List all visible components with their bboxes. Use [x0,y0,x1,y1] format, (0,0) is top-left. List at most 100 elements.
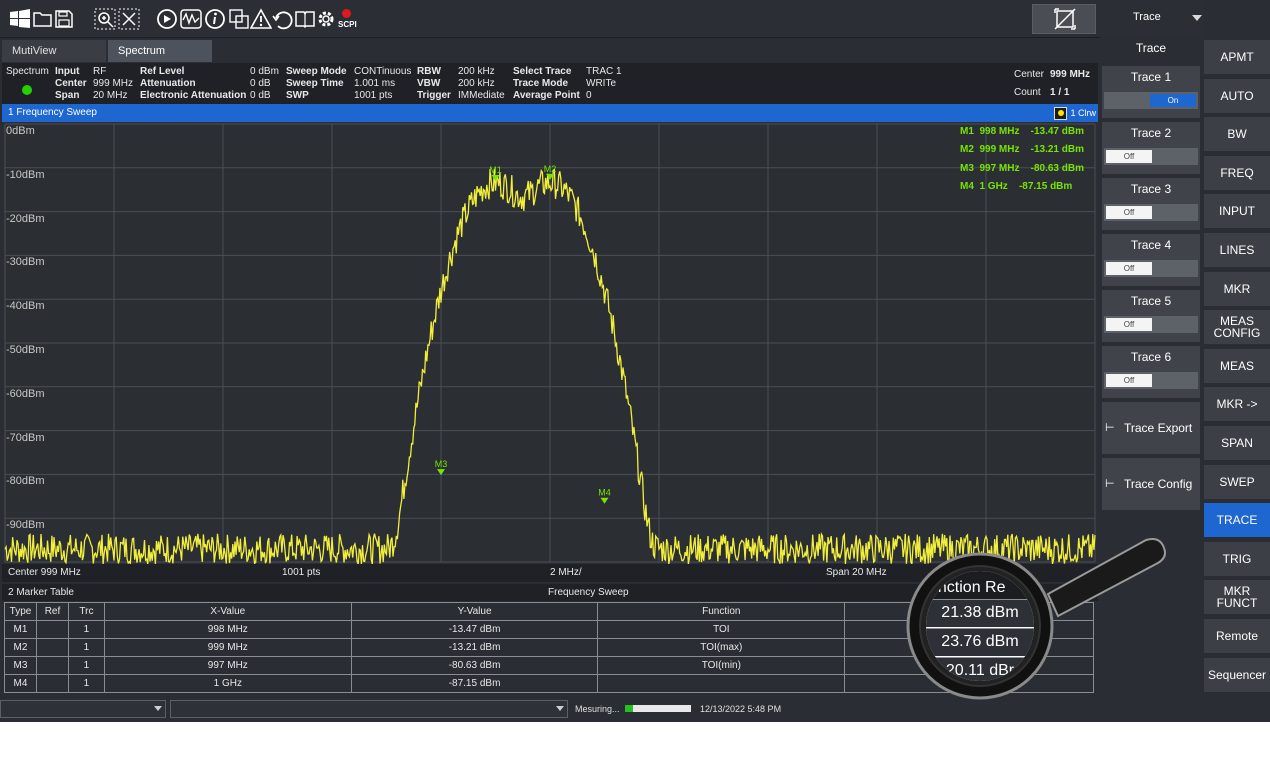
electronic-attenuation-label: Electronic Attenuation [140,90,247,101]
sweep-mode-label: Sweep Mode [286,66,347,77]
softkey-bw[interactable]: BW [1204,117,1270,152]
softkey-label: Remote [1215,629,1259,643]
softkey-apmt[interactable]: APMT [1204,40,1270,74]
trace-4-box: Trace 4 Off [1102,234,1200,286]
softkey-mkr-funct[interactable]: MKR FUNCT [1204,580,1270,615]
copy-icon[interactable] [228,7,250,31]
y-tick-label: -80dBm [6,475,45,488]
marker-table-subtitle: Frequency Sweep [548,587,629,598]
windows-icon[interactable] [8,7,32,31]
toolbar: SCPI [0,0,1100,38]
scpi-label: SCPI [338,20,357,29]
tab-spectrum[interactable]: Spectrum [108,40,212,62]
window-title: 1 Frequency Sweep [8,107,97,118]
softkey-input[interactable]: INPUT [1204,194,1270,229]
col-trc[interactable]: Trc [67,602,105,621]
trace-config-button[interactable]: ⊢ Trace Config [1102,458,1200,510]
trace-export-button[interactable]: ⊢ Trace Export [1102,402,1200,454]
footer-span: Span 20 MHz [826,567,887,578]
chevron-down-icon [1192,15,1202,21]
zoom-icon[interactable] [94,7,116,31]
softkey-mkr[interactable]: MKR [1204,271,1270,306]
softkey-swep[interactable]: SWEP [1204,464,1270,499]
y-tick-label: -40dBm [6,300,45,313]
trace-3-toggle[interactable]: Off [1104,204,1198,221]
softkey-trace[interactable]: TRACE [1204,503,1270,538]
trace-6-box: Trace 6 Off [1102,346,1200,398]
status-select-right[interactable] [170,700,568,718]
col-ref[interactable]: Ref [35,602,69,621]
cell-type: M4 [4,674,37,693]
softkey-span[interactable]: SPAN [1204,426,1270,460]
col-type[interactable]: Type [4,602,37,621]
softkey-freq[interactable]: FREQ [1204,155,1270,190]
trace-mode-value: WRITe [586,78,616,89]
y-tick-label: -20dBm [6,212,45,225]
zoom-area-icon[interactable] [118,7,140,31]
trace-5-toggle[interactable]: Off [1104,316,1198,333]
softkey-label: AUTO [1220,88,1254,103]
save-icon[interactable] [54,7,74,31]
softkey-label: MKR FUNCT [1216,584,1258,611]
settings-icon[interactable] [316,7,336,31]
center-right-label: Center [1014,69,1045,80]
cell-ref [35,638,69,657]
average-point-label: Average Point [513,90,580,101]
softkey-lines[interactable]: LINES [1204,233,1270,267]
marker-readout-row: M2 999 MHz -13.21 dBm [960,144,1084,155]
electronic-attenuation-value: 0 dB [250,90,271,101]
cell-trc: 1 [67,656,105,675]
col-y-value[interactable]: Y-Value [350,602,599,621]
toggle-state: Off [1106,318,1152,331]
span-label: Span [55,90,80,101]
softkey-auto[interactable]: AUTO [1204,78,1270,113]
info-icon[interactable] [204,7,226,31]
count-label: Count [1014,87,1041,98]
vbw-value: 200 kHz [458,78,495,89]
trace-2-toggle[interactable]: Off [1104,148,1198,165]
sweep-icon[interactable] [156,7,178,31]
trace-badge-label: 1 Clrw [1070,108,1096,118]
tab-multiview[interactable]: MutiView [2,40,106,62]
softkey-meas[interactable]: MEAS [1204,348,1270,383]
softkey-meas-config[interactable]: MEAS CONFIG [1204,310,1270,345]
softkey-mkr[interactable]: MKR -> [1204,387,1270,422]
undo-icon[interactable] [272,7,294,31]
frequency-sweep-title-bar[interactable]: 1 Frequency Sweep 1 Clrw [2,104,1098,122]
cell-function: TOI(max) [597,638,846,657]
ref-level-value: 0 dBm [250,66,279,77]
fullscreen-button[interactable] [1032,4,1096,34]
trace-1-toggle[interactable]: On [1104,92,1198,109]
trace-panel-title: Trace [1135,41,1167,55]
status-select-left[interactable] [0,700,166,718]
arrow-left-icon: ⊢ [1105,478,1115,490]
analyzer-window: SCPI MutiView Spectrum Spectrum Input RF… [0,0,1270,722]
softkey-trig[interactable]: TRIG [1204,541,1270,576]
y-tick-label: -70dBm [6,431,45,444]
trace-badge[interactable]: 1 Clrw [1054,105,1096,121]
span-value: 20 MHz [93,90,128,101]
softkey-label: MKR [1223,281,1251,296]
scpi-icon[interactable] [342,9,351,18]
spectrum-plot-svg: M1 M2 M3 M4 [4,123,1096,564]
col-function[interactable]: Function [597,602,846,621]
chevron-down-icon [556,706,564,711]
trace-4-toggle[interactable]: Off [1104,260,1198,277]
book-icon[interactable] [294,7,316,31]
trace-2-box: Trace 2 Off [1102,122,1200,174]
menu-dropdown[interactable]: Trace [1100,0,1204,38]
sweep-mode-value: CONTinuous [354,66,412,77]
swp-value: 1001 pts [354,90,393,101]
waveform-icon[interactable] [180,7,202,31]
center-value: 999 MHz [93,78,134,89]
warning-icon[interactable] [250,7,272,31]
input-value: RF [93,66,107,77]
fullscreen-icon [1054,8,1076,30]
softkey-label: LINES [1219,243,1255,257]
spectrum-plot[interactable]: M1 M2 M3 M4 0dBm -10dBm -20dBm -30dBm -40dBm -50… [2,122,1098,575]
softkey-remote[interactable]: Remote [1204,619,1270,653]
open-folder-icon[interactable] [32,7,54,31]
softkey-sequencer[interactable]: Sequencer [1204,657,1270,692]
trace-6-toggle[interactable]: Off [1104,372,1198,389]
col-x-value[interactable]: X-Value [103,602,352,621]
